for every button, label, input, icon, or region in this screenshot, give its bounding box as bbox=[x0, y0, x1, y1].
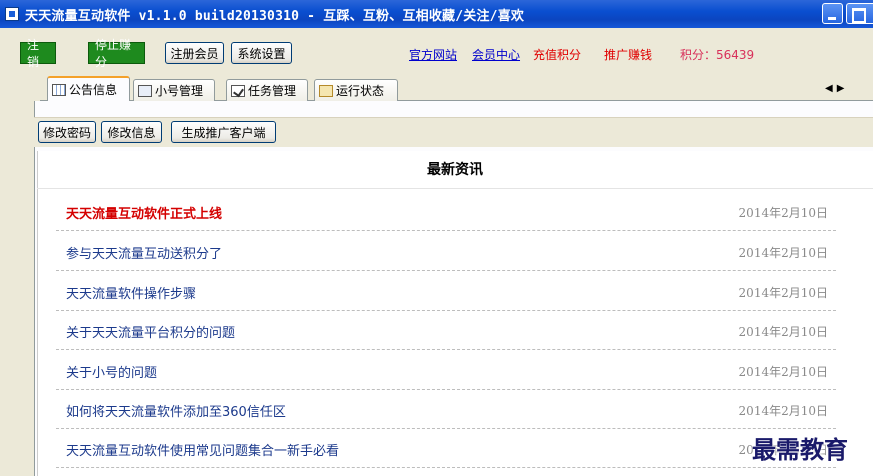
card-icon bbox=[138, 84, 152, 97]
news-date: 2014年2月10日 bbox=[738, 286, 828, 300]
title-bar: 天天流量互动软件 v1.1.0 build20130310 - 互踩、互粉、互相… bbox=[0, 0, 873, 28]
header-divider bbox=[37, 188, 873, 189]
tab-label: 公告信息 bbox=[69, 83, 118, 97]
generate-client-button[interactable]: 生成推广客户端 bbox=[171, 121, 276, 143]
change-info-button[interactable]: 修改信息 bbox=[101, 121, 162, 143]
news-date: 2014年2月10日 bbox=[738, 404, 828, 418]
points-value: 56439 bbox=[716, 48, 755, 62]
news-title[interactable]: 关于天天流量平台积分的问题 bbox=[66, 322, 235, 341]
status-icon bbox=[319, 84, 333, 97]
tab-accounts[interactable]: 小号管理 bbox=[133, 79, 215, 101]
task-icon bbox=[231, 84, 245, 97]
news-title[interactable]: 天天流量软件操作步骤 bbox=[66, 283, 196, 302]
tab-announcements[interactable]: 公告信息 bbox=[47, 76, 130, 101]
official-site-link[interactable]: 官方网站 bbox=[409, 46, 457, 63]
watermark: 最需教育 bbox=[752, 435, 848, 464]
news-item[interactable]: 参与天天流量互动送积分了 2014年2月10日 bbox=[56, 231, 836, 271]
news-date: 2014年2月10日 bbox=[738, 365, 828, 379]
news-date: 2014年2月10日 bbox=[738, 325, 828, 339]
news-item[interactable]: 关于小号的问题 2014年2月10日 bbox=[56, 350, 836, 390]
tab-scroll-arrows[interactable]: ◀▶ bbox=[825, 83, 848, 94]
news-header-text: 最新资讯 bbox=[427, 162, 483, 178]
minimize-button[interactable] bbox=[822, 3, 843, 24]
tab-label: 小号管理 bbox=[155, 84, 204, 98]
app-icon bbox=[5, 7, 19, 21]
news-item[interactable]: 天天流量互动软件正式上线 2014年2月10日 bbox=[56, 191, 836, 231]
tab-status[interactable]: 运行状态 bbox=[314, 79, 398, 101]
change-password-button[interactable]: 修改密码 bbox=[38, 121, 96, 143]
member-center-link[interactable]: 会员中心 bbox=[472, 46, 520, 63]
news-item[interactable]: 关于天天流量平台积分的问题 2014年2月10日 bbox=[56, 310, 836, 350]
window-title: 天天流量互动软件 v1.1.0 build20130310 - 互踩、互粉、互相… bbox=[25, 8, 525, 24]
news-date: 2014年2月10日 bbox=[738, 206, 828, 220]
logout-button[interactable]: 注销 bbox=[20, 38, 56, 69]
register-button[interactable]: 注册会员 bbox=[165, 42, 224, 64]
news-item[interactable]: 天天流量互动软件使用常见问题集合一新手必看 2014年2月10日 bbox=[56, 428, 836, 468]
grid-icon bbox=[52, 83, 66, 96]
news-title[interactable]: 参与天天流量互动送积分了 bbox=[66, 243, 222, 262]
points-label: 积分： bbox=[680, 48, 717, 62]
news-title[interactable]: 天天流量互动软件使用常见问题集合一新手必看 bbox=[66, 440, 339, 459]
tab-label: 任务管理 bbox=[248, 84, 297, 98]
news-title[interactable]: 如何将天天流量软件添加至360信任区 bbox=[66, 401, 286, 420]
news-title[interactable]: 关于小号的问题 bbox=[66, 362, 157, 381]
stop-earning-button[interactable]: 停止赚分 bbox=[88, 38, 145, 69]
tab-tasks[interactable]: 任务管理 bbox=[226, 79, 308, 101]
points-display: 积分：56439 bbox=[680, 46, 754, 63]
promote-earn-link[interactable]: 推广赚钱 bbox=[604, 46, 652, 63]
maximize-button[interactable] bbox=[846, 3, 873, 24]
news-item[interactable]: 如何将天天流量软件添加至360信任区 2014年2月10日 bbox=[56, 389, 836, 429]
recharge-points-link[interactable]: 充值积分 bbox=[533, 46, 581, 63]
news-date: 2014年2月10日 bbox=[738, 246, 828, 260]
news-item[interactable]: 天天流量软件操作步骤 2014年2月10日 bbox=[56, 271, 836, 311]
news-header: 最新资讯 bbox=[37, 154, 873, 184]
news-title[interactable]: 天天流量互动软件正式上线 bbox=[66, 203, 222, 222]
settings-button[interactable]: 系统设置 bbox=[231, 42, 292, 64]
tab-label: 运行状态 bbox=[336, 84, 385, 98]
